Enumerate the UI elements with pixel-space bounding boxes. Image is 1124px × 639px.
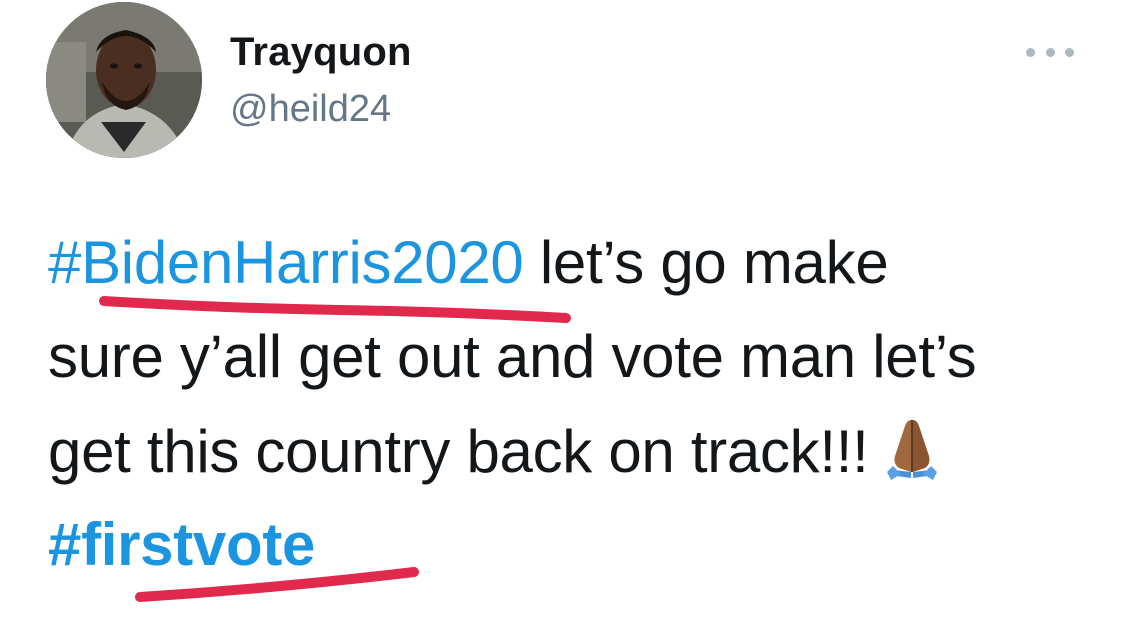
more-dot	[1065, 47, 1074, 57]
tweet-card: Trayquon @heild24 #BidenHarris2020 let’s…	[0, 0, 1124, 639]
more-dot	[1026, 47, 1035, 57]
hashtag-biden-harris-2020[interactable]: #BidenHarris2020	[48, 229, 524, 296]
tweet-text: let’s go make	[523, 229, 889, 296]
tweet-line-1: #BidenHarris2020 let’s go make	[48, 228, 889, 298]
author-display-name[interactable]: Trayquon	[230, 30, 412, 75]
tweet-line-3: get this country back on track!!!	[48, 416, 943, 497]
hashtag-firstvote[interactable]: #firstvote	[48, 511, 315, 578]
tweet-text: get this country back on track!!!	[48, 418, 869, 485]
more-dots-icon[interactable]	[1026, 38, 1074, 66]
folded-hands-icon	[881, 416, 943, 497]
tweet-line-4: #firstvote	[48, 510, 315, 580]
author-handle[interactable]: @heild24	[230, 88, 391, 131]
underline-biden-harris	[99, 296, 571, 323]
more-dot	[1045, 47, 1055, 57]
tweet-line-2: sure y’all get out and vote man let’s	[48, 323, 977, 390]
avatar[interactable]	[46, 2, 202, 158]
